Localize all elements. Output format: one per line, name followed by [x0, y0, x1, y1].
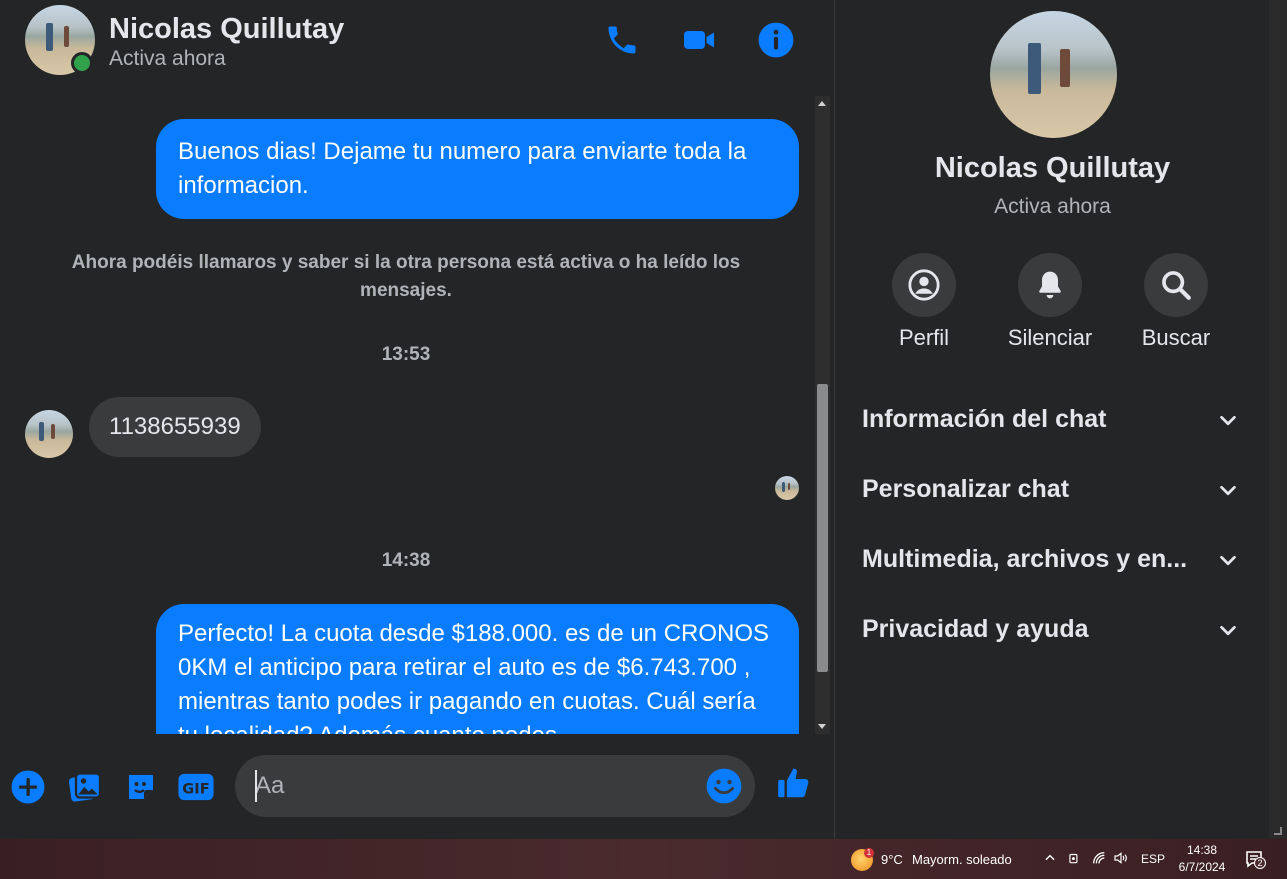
clock-date: 6/7/2024 [1178, 860, 1226, 874]
scroll-down-arrow-icon[interactable] [818, 724, 826, 729]
bell-icon[interactable] [1018, 253, 1082, 317]
notifications-icon[interactable]: 2 [1244, 850, 1268, 870]
message-input[interactable] [255, 769, 685, 803]
phone-call-icon[interactable] [603, 21, 641, 59]
section-label: Personalizar chat [862, 475, 1070, 503]
chat-header: Nicolas Quillutay Activa ahora [0, 0, 833, 92]
system-notice: Ahora podéis llamaros y saber si la otra… [71, 252, 741, 301]
chevron-down-icon [1220, 415, 1236, 426]
section-label: Privacidad y ayuda [862, 615, 1089, 643]
messenger-window: Nicolas Quillutay Activa ahora Buenos di… [0, 0, 1287, 879]
panel-contact-status: Activa ahora [994, 195, 1111, 218]
scroll-up-arrow-icon[interactable] [818, 101, 826, 106]
video-call-icon[interactable] [680, 21, 718, 59]
panel-contact-name[interactable]: Nicolas Quillutay [835, 152, 1270, 185]
chevron-down-icon [1220, 625, 1236, 636]
section-customize-chat[interactable]: Personalizar chat [835, 460, 1270, 520]
language-indicator[interactable]: ESP [1141, 839, 1165, 879]
notification-count: 2 [1254, 857, 1266, 869]
thumbs-up-icon[interactable] [775, 764, 813, 802]
contact-name[interactable]: Nicolas Quillutay [109, 13, 344, 46]
system-clock[interactable]: 14:38 6/7/2024 [1172, 842, 1232, 876]
scroll-thumb[interactable] [817, 384, 828, 672]
wifi-icon[interactable] [1091, 850, 1107, 866]
message-list[interactable]: Buenos dias! Dejame tu numero para envia… [0, 96, 815, 734]
info-icon[interactable] [757, 21, 795, 59]
chat-pane: Nicolas Quillutay Activa ahora Buenos di… [0, 0, 833, 839]
sticker-icon[interactable] [122, 768, 160, 806]
incoming-message[interactable]: 1138655939 [89, 397, 261, 457]
chevron-up-icon[interactable] [1042, 850, 1058, 866]
online-status-dot [71, 52, 93, 74]
outgoing-message[interactable]: Perfecto! La cuota desde $188.000. es de… [156, 604, 799, 734]
contact-avatar-small [25, 410, 73, 458]
svg-text:GIF: GIF [182, 781, 209, 798]
weather-temperature[interactable]: 9°C [881, 839, 903, 879]
profile-icon[interactable] [892, 253, 956, 317]
composer: GIF [0, 740, 833, 835]
search-button[interactable]: Buscar [1116, 253, 1236, 351]
profile-button[interactable]: Perfil [864, 253, 984, 351]
section-label: Información del chat [862, 405, 1107, 433]
photo-icon[interactable] [66, 768, 104, 806]
message-input-container[interactable] [235, 755, 755, 817]
timestamp: 14:38 [381, 550, 431, 571]
mute-button[interactable]: Silenciar [990, 253, 1110, 351]
meet-now-icon[interactable] [1066, 850, 1082, 866]
panel-avatar[interactable] [990, 11, 1117, 138]
section-chat-info[interactable]: Información del chat [835, 390, 1270, 450]
resize-grip-icon[interactable] [1274, 827, 1282, 835]
read-receipt-avatar [775, 476, 799, 500]
search-icon[interactable] [1144, 253, 1208, 317]
outgoing-message[interactable]: Buenos dias! Dejame tu numero para envia… [156, 119, 799, 219]
timestamp: 13:53 [381, 344, 431, 365]
profile-label: Perfil [898, 325, 950, 350]
chevron-down-icon [1220, 485, 1236, 496]
conversation-details-panel: Nicolas Quillutay Activa ahora Perfil Si… [834, 0, 1269, 839]
gif-icon[interactable]: GIF [177, 768, 215, 806]
section-privacy-help[interactable]: Privacidad y ayuda [835, 600, 1270, 660]
weather-badge: 1 [864, 848, 874, 858]
section-label: Multimedia, archivos y en... [862, 545, 1188, 573]
clock-time: 14:38 [1186, 843, 1218, 857]
mute-label: Silenciar [1007, 325, 1093, 350]
search-label: Buscar [1141, 325, 1211, 350]
text-caret [255, 770, 257, 802]
contact-status: Activa ahora [109, 47, 226, 70]
taskbar: 1 9°C Mayorm. soleado ESP 14:38 6/7/2024… [0, 839, 1287, 879]
weather-description[interactable]: Mayorm. soleado [912, 839, 1012, 879]
chevron-down-icon [1220, 555, 1236, 566]
section-media-files[interactable]: Multimedia, archivos y en... [835, 530, 1270, 590]
emoji-icon[interactable] [705, 767, 743, 805]
window-right-edge [1269, 0, 1287, 839]
message-scrollbar[interactable] [815, 96, 830, 734]
volume-icon[interactable] [1113, 850, 1129, 866]
add-icon[interactable] [9, 768, 47, 806]
